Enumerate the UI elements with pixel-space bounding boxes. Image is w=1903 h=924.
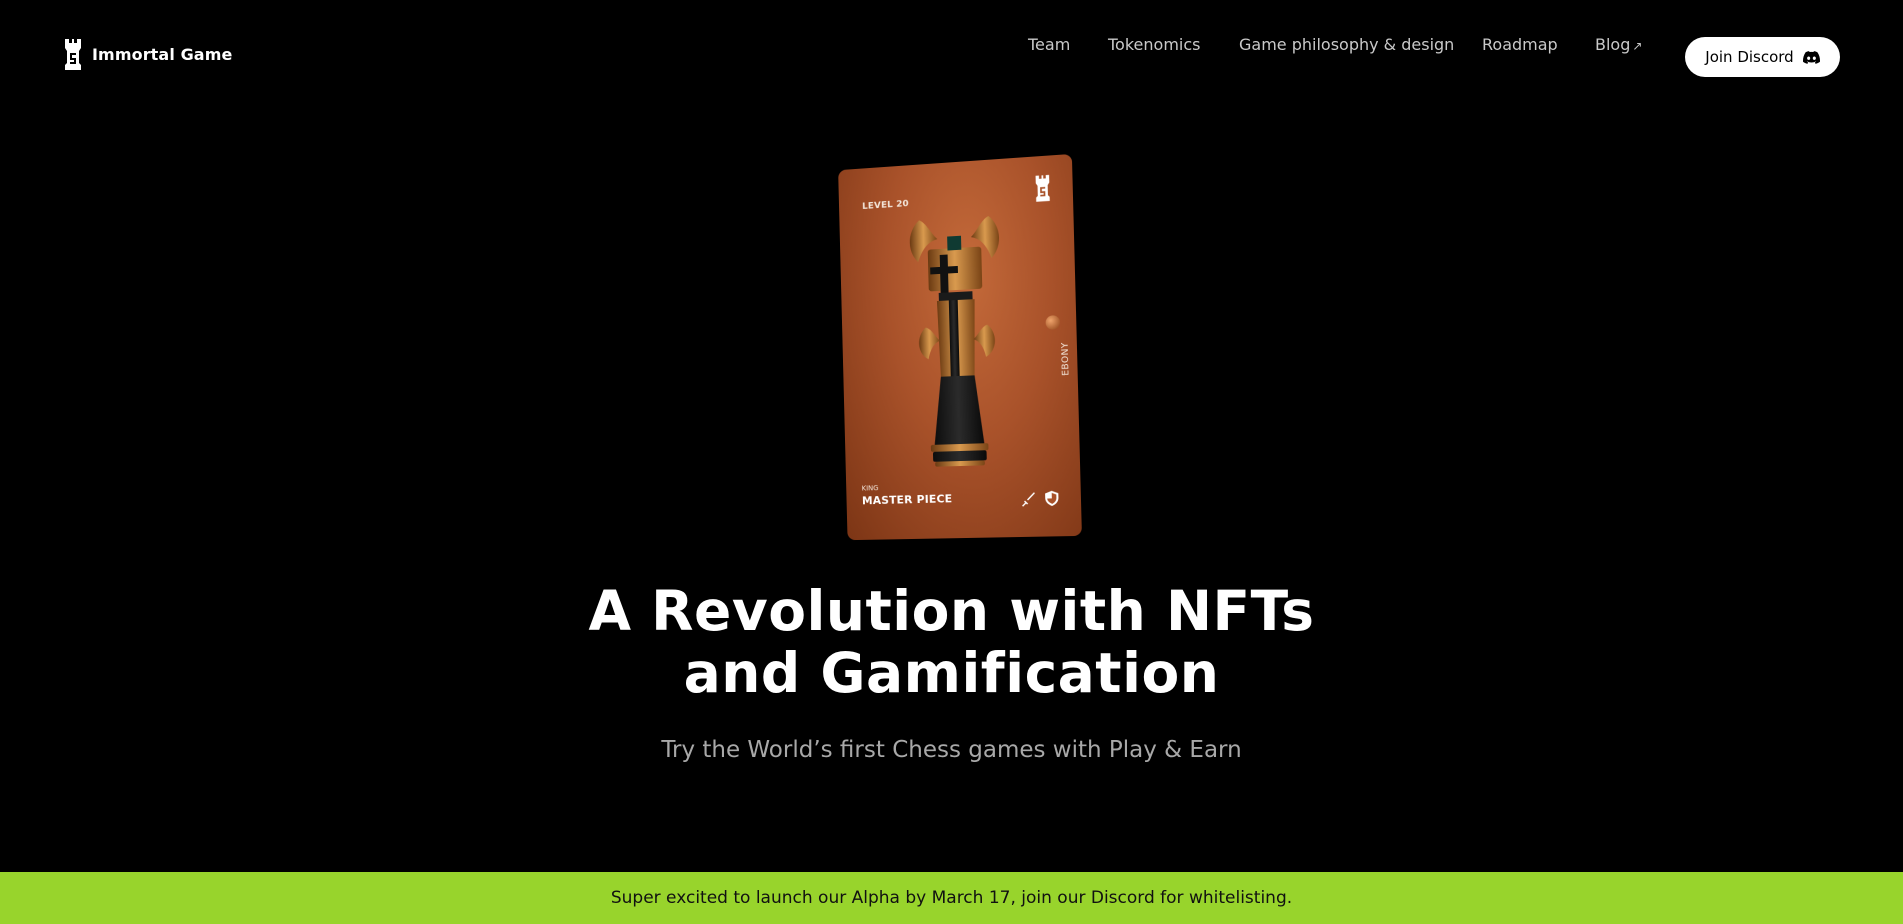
card-piece-type: KING: [862, 484, 879, 492]
nft-card: LEVEL 20 EBONY KING MASTER PIECE: [838, 154, 1082, 540]
rook-logo-icon: [1035, 174, 1051, 203]
discord-icon: [1803, 51, 1820, 64]
announcement-text: Super excited to launch our Alpha by Mar…: [611, 888, 1292, 908]
card-piece-name: MASTER PIECE: [862, 492, 953, 507]
shield-icon: [1045, 491, 1059, 507]
king-piece-illustration: [899, 205, 1016, 500]
nav-item-team[interactable]: Team: [1028, 35, 1070, 54]
join-discord-label: Join Discord: [1705, 48, 1793, 66]
hero-title-line2: and Gamification: [0, 642, 1903, 704]
brand-logo-link[interactable]: Immortal Game: [64, 39, 232, 70]
brand-name: Immortal Game: [92, 45, 232, 64]
announcement-banner[interactable]: Super excited to launch our Alpha by Mar…: [0, 872, 1903, 924]
arrow-up-right-icon: ↗: [1632, 39, 1642, 53]
hero-title-line1: A Revolution with NFTs: [0, 580, 1903, 642]
nav-item-tokenomics[interactable]: Tokenomics: [1108, 35, 1200, 54]
card-wood-type: EBONY: [1060, 342, 1071, 376]
card-wood-marker: [1046, 315, 1061, 330]
nav-item-game-philosophy[interactable]: Game philosophy & design: [1239, 35, 1454, 54]
join-discord-button[interactable]: Join Discord: [1685, 37, 1840, 77]
nav-item-blog-label: Blog: [1595, 35, 1630, 54]
sword-icon: [1022, 492, 1037, 506]
rook-logo-icon: [64, 39, 82, 70]
card-level: LEVEL 20: [862, 199, 909, 212]
nav-item-blog[interactable]: Blog ↗: [1595, 35, 1642, 54]
hero-subtitle: Try the World’s first Chess games with P…: [0, 737, 1903, 763]
nav-item-roadmap[interactable]: Roadmap: [1482, 35, 1558, 54]
hero-title: A Revolution with NFTs and Gamification: [0, 580, 1903, 704]
nft-card-container: LEVEL 20 EBONY KING MASTER PIECE: [830, 160, 1090, 540]
